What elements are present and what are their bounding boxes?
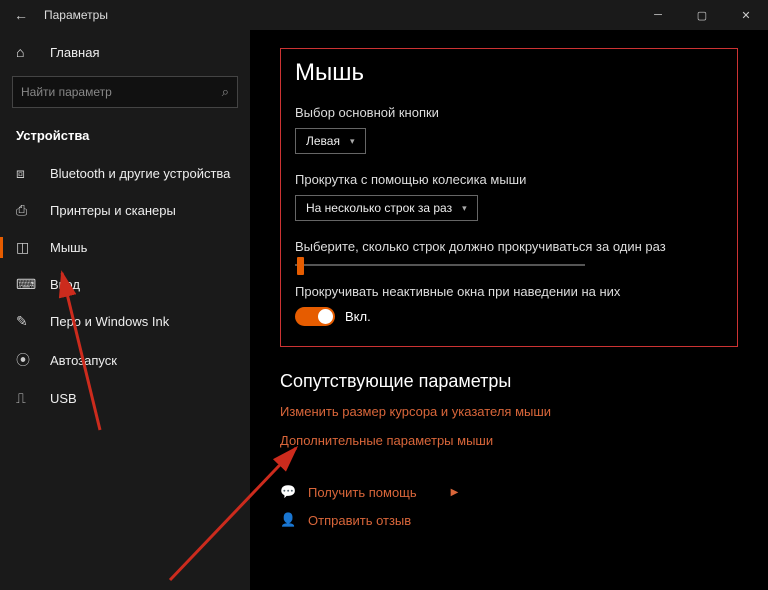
nav-label: Принтеры и сканеры (50, 203, 176, 218)
toggle-knob (318, 309, 333, 324)
help-label: Получить помощь (308, 485, 417, 500)
nav-label: Автозапуск (50, 353, 117, 368)
feedback-label: Отправить отзыв (308, 513, 411, 528)
minimize-button[interactable]: ─ (636, 0, 680, 30)
dropdown-value: Левая (306, 134, 340, 148)
home-icon: ⌂ (16, 44, 36, 60)
link-cursor-size[interactable]: Изменить размер курсора и указателя мыши (280, 404, 738, 419)
close-button[interactable]: ✕ (724, 0, 768, 30)
slider-thumb[interactable] (297, 257, 304, 275)
lines-slider-label: Выберите, сколько строк должно прокручив… (295, 239, 723, 254)
lines-slider[interactable] (295, 264, 585, 266)
home-label: Главная (50, 45, 99, 60)
get-help-link[interactable]: 💬 Получить помощь ▶ (280, 484, 738, 500)
inactive-toggle[interactable] (295, 307, 335, 326)
printer-icon: ⎙ (16, 202, 36, 219)
autoplay-icon: ⦿ (16, 350, 36, 370)
primary-button-label: Выбор основной кнопки (295, 105, 723, 120)
nav-typing[interactable]: ⌨ Ввод (0, 266, 250, 303)
highlight-region: Мышь Выбор основной кнопки Левая ▾ Прокр… (280, 48, 738, 347)
usb-icon: ⎍ (16, 390, 36, 407)
feedback-icon: 👤 (280, 512, 298, 528)
scroll-mode-dropdown[interactable]: На несколько строк за раз ▾ (295, 195, 478, 221)
nav-label: Мышь (50, 240, 87, 255)
nav-printers[interactable]: ⎙ Принтеры и сканеры (0, 192, 250, 229)
mouse-icon: ◫ (16, 239, 36, 256)
window-title: Параметры (44, 8, 108, 22)
nav-usb[interactable]: ⎍ USB (0, 380, 250, 417)
chevron-down-icon: ▾ (462, 203, 467, 214)
related-title: Сопутствующие параметры (280, 371, 738, 392)
dropdown-value: На несколько строк за раз (306, 201, 452, 215)
keyboard-icon: ⌨ (16, 276, 36, 293)
primary-button-dropdown[interactable]: Левая ▾ (295, 128, 366, 154)
feedback-link[interactable]: 👤 Отправить отзыв (280, 512, 738, 528)
nav-mouse[interactable]: ◫ Мышь (0, 229, 250, 266)
nav-label: Перо и Windows Ink (50, 314, 169, 329)
scroll-mode-label: Прокрутка с помощью колесика мыши (295, 172, 723, 187)
nav-label: USB (50, 391, 77, 406)
nav-label: Ввод (50, 277, 80, 292)
search-input[interactable] (21, 85, 222, 99)
bluetooth-icon: ⧈ (16, 165, 36, 182)
toggle-state-text: Вкл. (345, 309, 371, 324)
search-box[interactable]: ⌕ (12, 76, 238, 108)
help-icon: 💬 (280, 484, 298, 500)
inactive-toggle-label: Прокручивать неактивные окна при наведен… (295, 284, 723, 299)
back-button[interactable]: ← (14, 7, 34, 23)
nav-autoplay[interactable]: ⦿ Автозапуск (0, 340, 250, 380)
search-icon: ⌕ (222, 84, 229, 100)
page-title: Мышь (295, 59, 723, 87)
nav-pen[interactable]: ✎ Перо и Windows Ink (0, 303, 250, 340)
content-pane: Мышь Выбор основной кнопки Левая ▾ Прокр… (250, 30, 768, 590)
play-icon: ▶ (451, 487, 459, 498)
sidebar: ⌂ Главная ⌕ Устройства ⧈ Bluetooth и дру… (0, 30, 250, 590)
nav-bluetooth[interactable]: ⧈ Bluetooth и другие устройства (0, 155, 250, 192)
maximize-button[interactable]: ▢ (680, 0, 724, 30)
link-additional-mouse[interactable]: Дополнительные параметры мыши (280, 433, 738, 448)
category-heading: Устройства (0, 122, 250, 155)
pen-icon: ✎ (16, 313, 36, 330)
chevron-down-icon: ▾ (350, 136, 355, 147)
nav-label: Bluetooth и другие устройства (50, 166, 230, 181)
home-link[interactable]: ⌂ Главная (0, 36, 250, 68)
